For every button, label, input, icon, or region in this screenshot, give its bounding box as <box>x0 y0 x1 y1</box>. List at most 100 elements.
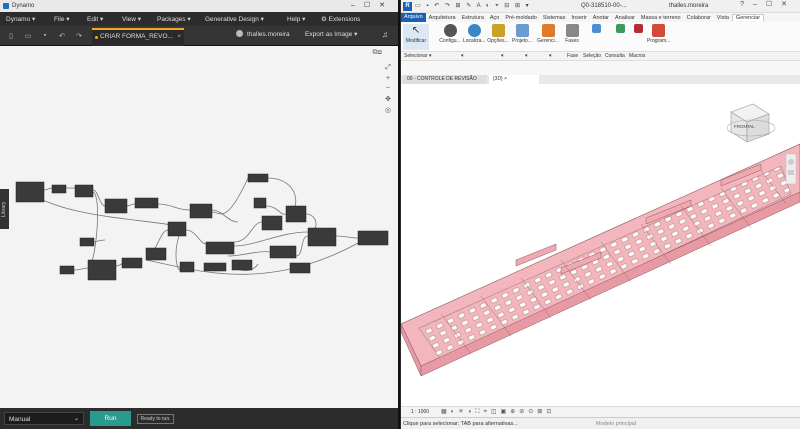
redo-icon[interactable]: ↷ <box>73 26 85 46</box>
view-control-icons[interactable]: ▦◐☀◑⛶⌖◫▣⊕⊘⊙⊠⊡ <box>441 408 555 416</box>
zoom-region-icon[interactable] <box>788 170 794 175</box>
run-button[interactable]: Run <box>90 411 131 426</box>
panel-label-5[interactable]: ▾ <box>549 53 552 59</box>
revit-logo-icon[interactable]: R <box>403 2 412 11</box>
menu-edit[interactable]: Edit ▾ <box>81 15 116 23</box>
tab-workspace[interactable]: CRIAR FORMA_REVO... × <box>92 28 184 46</box>
node[interactable] <box>269 245 297 259</box>
tab-vista[interactable]: Vista <box>714 15 732 21</box>
localizacao-tool[interactable]: Localiza... <box>463 24 486 44</box>
panel-label-3[interactable]: ▾ <box>501 53 504 59</box>
modificar-tool[interactable]: ↖ Modificar <box>403 24 429 50</box>
new-file-icon[interactable]: ▯ <box>5 26 17 46</box>
revit-user[interactable]: thalles.moreira <box>669 3 708 9</box>
node[interactable] <box>87 259 117 281</box>
menu-view[interactable]: View ▾ <box>116 15 151 23</box>
model-selector[interactable]: Modelo principal <box>596 421 636 427</box>
node[interactable] <box>51 184 67 194</box>
view-tab-2-label: {3D} <box>493 76 503 82</box>
selecao-tool[interactable] <box>585 24 607 34</box>
node[interactable] <box>59 265 75 275</box>
export-label: Export as Image <box>305 31 353 38</box>
view-scale[interactable]: 1 : 1000 <box>411 409 429 415</box>
viewcube[interactable]: FRONTAL <box>726 103 776 143</box>
tab-anotar[interactable]: Anotar <box>590 15 612 21</box>
tab-arquitetura[interactable]: Arquitetura <box>426 15 459 21</box>
view-tab-3d[interactable]: {3D} × <box>489 75 539 84</box>
notification-bell-icon[interactable]: ♫ <box>382 30 388 39</box>
opcoes-tool[interactable]: Opções... <box>487 24 509 44</box>
node[interactable] <box>307 227 337 247</box>
node[interactable] <box>203 262 227 272</box>
configuracoes-label: Configu... <box>439 38 461 44</box>
node[interactable] <box>253 197 267 209</box>
revit-window-controls[interactable]: ?–☐✕ <box>740 0 796 8</box>
window-controls[interactable]: –☐✕ <box>351 0 394 12</box>
node[interactable] <box>261 215 283 231</box>
node[interactable] <box>167 221 187 237</box>
dynamo-window: Dynamo –☐✕ Dynamo ▾ File ▾ Edit ▾ View ▾… <box>0 0 400 429</box>
tab-analisar[interactable]: Analisar <box>612 15 638 21</box>
menu-dynamo[interactable]: Dynamo ▾ <box>0 15 48 23</box>
selection-icon <box>591 24 601 33</box>
open-folder-icon[interactable]: ▭ <box>22 26 34 46</box>
run-mode-select[interactable]: Manual ⌄ <box>4 412 84 425</box>
tab-arquivo[interactable]: Arquivo <box>401 13 426 22</box>
tab-gerenciar[interactable]: Gerenciar <box>731 14 765 21</box>
tab-aco[interactable]: Aço <box>487 15 502 21</box>
tab-pre-moldado[interactable]: Pré-moldado <box>502 15 540 21</box>
tab-estrutura[interactable]: Estrutura <box>459 15 487 21</box>
materials-icon <box>443 24 457 37</box>
node[interactable] <box>79 237 95 247</box>
fases-tool[interactable]: Fases <box>561 24 583 44</box>
export-image-button[interactable]: Export as Image ▾ <box>305 30 357 38</box>
panel-selecionar[interactable]: Selecionar ▾ <box>404 53 432 59</box>
node[interactable] <box>247 173 269 183</box>
undo-icon[interactable]: ↶ <box>56 26 68 46</box>
node[interactable] <box>205 241 235 255</box>
graph-canvas[interactable]: ⧉⧈ ⤢ + − ✥ ◎ Library <box>0 46 398 408</box>
node[interactable] <box>285 205 307 223</box>
panel-label-4[interactable]: ▾ <box>525 53 528 59</box>
tab-inserir[interactable]: Inserir <box>569 15 590 21</box>
configuracoes-tool[interactable]: Configu... <box>439 24 461 44</box>
node[interactable] <box>104 198 128 214</box>
save-icon[interactable]: ▪ <box>39 26 51 46</box>
menu-file[interactable]: File ▾ <box>48 15 81 23</box>
close-tab-icon[interactable]: × <box>177 30 181 44</box>
panel-label-2[interactable]: ▾ <box>461 53 464 59</box>
opcoes-label: Opções... <box>487 38 509 44</box>
menu-help[interactable]: Help ▾ <box>281 15 315 23</box>
projeto-tool[interactable]: Projeto... <box>511 24 533 44</box>
node[interactable] <box>189 203 213 219</box>
panel-macros: Macros <box>629 53 646 59</box>
tab-massa-terreno[interactable]: Massa e terreno <box>638 15 684 21</box>
node[interactable] <box>134 197 159 209</box>
node[interactable] <box>145 247 167 261</box>
fases-label: Fases <box>565 38 579 44</box>
tab-sistemas[interactable]: Sistemas <box>540 15 569 21</box>
node[interactable] <box>289 262 311 274</box>
tab-colaborar[interactable]: Colaborar <box>684 15 714 21</box>
menu-extensions[interactable]: ⚙ Extensions <box>315 15 366 23</box>
programacao-tool[interactable]: Program... <box>647 24 670 44</box>
macros-tool[interactable] <box>627 24 649 34</box>
viewport-3d[interactable]: FRONTAL <box>400 84 800 406</box>
gerenciar-links-tool[interactable]: Gerenci... <box>537 24 559 44</box>
node[interactable] <box>179 261 195 273</box>
navigation-bar[interactable] <box>785 153 797 185</box>
node[interactable] <box>357 230 389 246</box>
link-icon <box>541 24 555 37</box>
menu-generative-design[interactable]: Generative Design ▾ <box>199 15 281 23</box>
quick-access-toolbar[interactable]: ▭ ▪ ↶ ↷ ⊞ ✎ A ◐ ⌖ ⊟ ⊞ ▾ <box>415 2 531 10</box>
node[interactable] <box>121 257 143 269</box>
node-code-block[interactable] <box>15 181 45 203</box>
steering-wheel-icon[interactable] <box>788 159 794 165</box>
view-tab-controle-revisao[interactable]: 00 - CONTROLE DE REVISÃO <box>403 75 487 84</box>
node[interactable] <box>231 259 253 271</box>
tab-workspace-label: CRIAR FORMA_REVO... <box>100 33 173 40</box>
node[interactable] <box>74 184 94 198</box>
user-account[interactable]: thalles.moreira <box>236 30 290 38</box>
menu-packages[interactable]: Packages ▾ <box>151 15 199 23</box>
localizacao-label: Localiza... <box>463 38 486 44</box>
